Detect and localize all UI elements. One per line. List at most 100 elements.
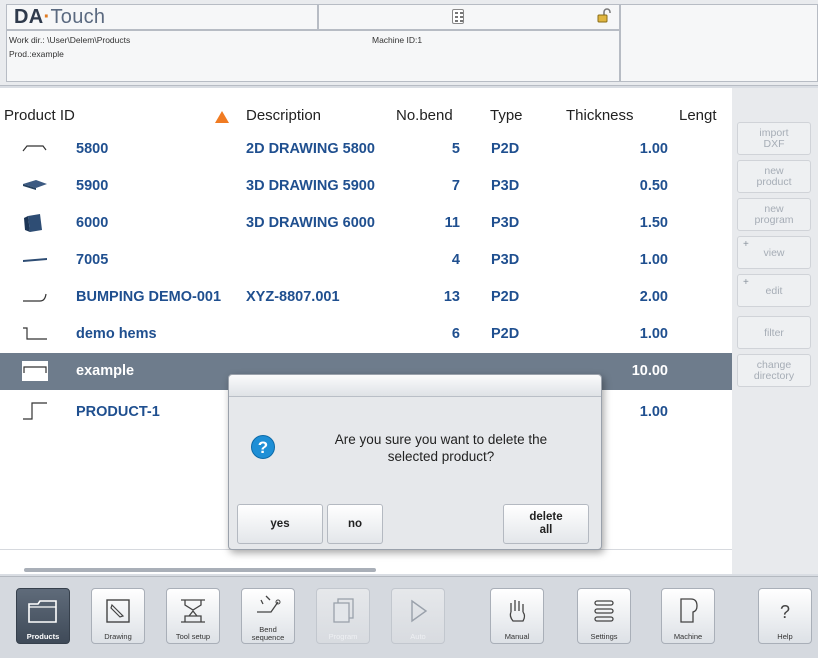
cell-type: P2D [491, 141, 520, 157]
product-2d-thumbnail-icon [23, 402, 47, 420]
column-header-length[interactable]: Lengt [679, 101, 731, 131]
column-header-product-id[interactable]: Product ID [4, 101, 204, 131]
cell-description [246, 242, 396, 279]
delete-confirmation-dialog: ? Are you sure you want to delete the se… [228, 374, 602, 550]
keypad-icon[interactable] [452, 9, 464, 24]
table-row[interactable]: 6000 3D DRAWING 6000 11 P3D 1.50 [0, 205, 732, 243]
cell-thickness: 1.00 [639, 404, 668, 420]
nav-products-label: Products [26, 632, 60, 641]
horizontal-scrollbar[interactable] [24, 568, 376, 572]
nav-auto-button[interactable]: Auto [391, 588, 445, 644]
unlock-icon[interactable] [596, 8, 612, 24]
delete-all-button[interactable]: delete all [503, 504, 589, 544]
nav-auto-label: Auto [410, 632, 426, 641]
delete-all-label-line2: all [539, 524, 553, 536]
cell-product-id: 6000 [76, 215, 109, 231]
cell-thickness: 0.50 [639, 178, 668, 194]
import-dxf-button[interactable]: import DXF [737, 122, 811, 155]
program-pages-icon [333, 598, 354, 623]
folder-icon [28, 600, 57, 623]
new-product-button[interactable]: new product [737, 160, 811, 193]
nav-machine-button[interactable]: Machine [661, 588, 715, 644]
nav-program-button[interactable]: Program [316, 588, 370, 644]
import-dxf-label-line2: DXF [763, 138, 785, 150]
cell-product-id: BUMPING DEMO-001 [76, 289, 222, 305]
cell-product-id: PRODUCT-1 [76, 404, 160, 420]
cell-product-id: 5800 [76, 141, 109, 157]
dialog-message-line1: Are you sure you want to delete the [334, 432, 548, 447]
cell-bends: 5 [451, 141, 460, 157]
table-row[interactable]: demo hems 6 P2D 1.00 [0, 316, 732, 354]
nav-tool-setup-label: Tool setup [175, 632, 211, 641]
hand-icon [509, 600, 526, 622]
cell-type: P3D [491, 215, 520, 231]
product-2d-thumbnail-icon [23, 327, 47, 340]
cell-bends: 11 [444, 215, 460, 231]
table-row[interactable]: BUMPING DEMO-001 XYZ-8807.001 13 P2D 2.0… [0, 279, 732, 317]
table-row[interactable]: 7005 4 P3D 1.00 [0, 242, 732, 280]
nav-manual-button[interactable]: Manual [490, 588, 544, 644]
cell-bends: 7 [451, 178, 460, 194]
dialog-message: Are you sure you want to delete the sele… [291, 431, 591, 465]
column-header-thickness[interactable]: Thickness [566, 101, 666, 131]
pencil-drawing-icon [106, 599, 130, 623]
cell-thickness: 1.00 [639, 252, 668, 268]
nav-help-button[interactable]: ? Help [758, 588, 812, 644]
edit-button[interactable]: + edit [737, 274, 811, 307]
column-header-no-bend[interactable]: No.bend [396, 101, 476, 131]
app-logo: DA·Touch [14, 6, 105, 29]
cell-bends: 6 [451, 326, 460, 342]
product-3d-thumbnail-icon [23, 258, 47, 262]
nav-drawing-button[interactable]: Drawing [91, 588, 145, 644]
view-button[interactable]: + view [737, 236, 811, 269]
nav-bend-sequence-label: Bend sequence [251, 625, 285, 642]
svg-text:?: ? [780, 602, 790, 622]
product-3d-thumbnail-icon [23, 180, 47, 190]
nav-manual-label: Manual [504, 632, 530, 641]
product-2d-thumbnail-icon [22, 145, 47, 152]
cell-description: 2D DRAWING 5800 [246, 141, 375, 157]
delete-all-label-line1: delete [529, 511, 563, 523]
nav-settings-label: Settings [590, 632, 618, 641]
cell-bends: 13 [443, 289, 460, 305]
change-directory-button[interactable]: change directory [737, 354, 811, 387]
product-3d-thumbnail-icon [24, 214, 42, 232]
table-row[interactable]: 5800 2D DRAWING 5800 5 P2D 1.00 [0, 131, 732, 169]
cell-product-id: 5900 [76, 178, 109, 194]
nav-settings-button[interactable]: Settings [577, 588, 631, 644]
new-product-label-line2: product [756, 176, 792, 188]
change-directory-label-line2: directory [753, 370, 795, 382]
new-program-label-line2: program [754, 214, 794, 226]
cell-description: 3D DRAWING 5900 [246, 178, 375, 194]
cell-thickness: 1.00 [639, 141, 668, 157]
question-icon: ? [251, 435, 275, 459]
play-icon [411, 599, 428, 623]
nav-bend-sequence-button[interactable]: Bend sequence [241, 588, 295, 644]
cell-type: P2D [491, 326, 520, 342]
yes-button[interactable]: yes [237, 504, 323, 544]
bend-sequence-icon [257, 595, 281, 613]
column-header-type[interactable]: Type [490, 101, 550, 131]
nav-tool-setup-button[interactable]: Tool setup [166, 588, 220, 644]
nav-drawing-label: Drawing [104, 632, 132, 641]
cell-thickness: 2.00 [639, 289, 668, 305]
settings-list-icon [594, 600, 614, 622]
new-program-button[interactable]: new program [737, 198, 811, 231]
no-button[interactable]: no [327, 504, 383, 544]
tool-setup-icon [181, 599, 205, 623]
logo-touch: Touch [50, 6, 106, 28]
nav-products-button[interactable]: Products [16, 588, 70, 644]
nav-program-label: Program [328, 632, 358, 641]
product-label: Prod.:example [9, 49, 64, 59]
sort-ascending-icon[interactable] [215, 110, 229, 123]
product-2d-thumbnail-icon [22, 361, 48, 381]
table-row[interactable]: 5900 3D DRAWING 5900 7 P3D 0.50 [0, 168, 732, 206]
cell-product-id: 7005 [76, 252, 109, 268]
column-header-description[interactable]: Description [246, 101, 376, 131]
cell-description: XYZ-8807.001 [246, 289, 340, 305]
machine-id-label: Machine ID:1 [372, 35, 423, 45]
filter-label: filter [764, 327, 784, 339]
cell-product-id: demo hems [76, 326, 157, 342]
cell-bends: 4 [451, 252, 460, 268]
filter-button[interactable]: filter [737, 316, 811, 349]
